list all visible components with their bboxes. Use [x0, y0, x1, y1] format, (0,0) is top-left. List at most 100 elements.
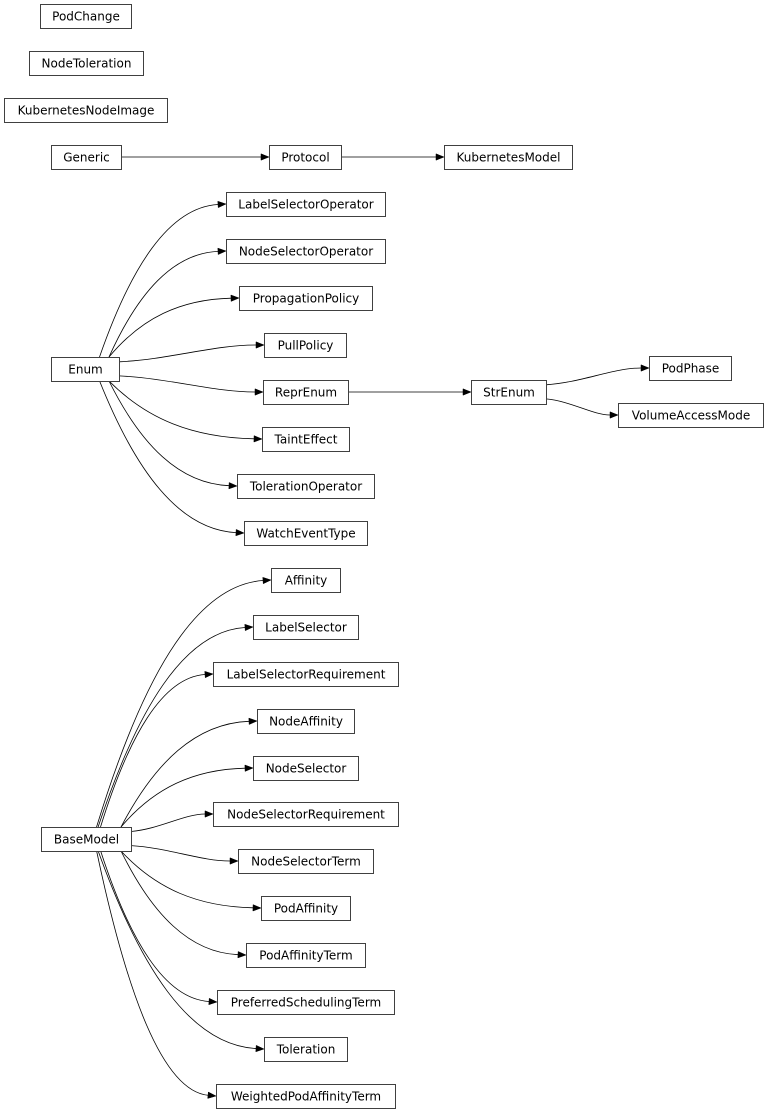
node-label: Generic: [63, 151, 110, 165]
node-label: ReprEnum: [275, 386, 337, 400]
node-node-selector[interactable]: NodeSelector: [253, 756, 359, 781]
node-label: LabelSelectorOperator: [238, 198, 373, 212]
edge-enum-to-pull-policy: [118, 344, 257, 363]
edge-base-model-to-toleration: [97, 850, 257, 1049]
arrowhead-icon: [244, 623, 254, 632]
edge-enum-to-label-selector-operator: [99, 204, 219, 358]
arrowhead-icon: [262, 576, 272, 585]
node-label: NodeAffinity: [269, 715, 343, 729]
node-toleration[interactable]: Toleration: [264, 1037, 348, 1062]
node-weighted-pod-affinity-term[interactable]: WeightedPodAffinityTerm: [216, 1084, 396, 1109]
edge-base-model-to-pod-affinity-term: [120, 850, 239, 956]
node-label: TolerationOperator: [249, 480, 362, 494]
edge-base-model-to-node-selector-term: [130, 845, 231, 862]
node-label: BaseModel: [54, 833, 119, 847]
arrowhead-icon: [255, 1044, 265, 1053]
node-label: PreferredSchedulingTerm: [231, 996, 381, 1010]
arrowhead-icon: [207, 1091, 217, 1099]
node-label: VolumeAccessMode: [632, 409, 750, 423]
arrowhead-icon: [229, 857, 239, 865]
node-label-selector[interactable]: LabelSelector: [253, 615, 359, 640]
node-label: LabelSelectorRequirement: [227, 668, 386, 682]
node-protocol[interactable]: Protocol: [269, 145, 342, 170]
arrowhead-icon: [252, 904, 262, 912]
arrowhead-icon: [462, 388, 472, 396]
edge-enum-to-node-selector-operator: [108, 250, 219, 358]
node-volume-access-mode[interactable]: VolumeAccessMode: [618, 403, 764, 428]
node-label: NodeToleration: [42, 57, 132, 71]
arrowhead-icon: [254, 388, 264, 396]
node-taint-effect[interactable]: TaintEffect: [262, 427, 350, 452]
node-node-toleration[interactable]: NodeToleration: [29, 51, 144, 76]
node-pod-phase[interactable]: PodPhase: [649, 356, 732, 381]
node-kubernetes-model[interactable]: KubernetesModel: [444, 145, 573, 170]
arrowhead-icon: [230, 294, 240, 302]
arrowhead-icon: [204, 810, 214, 818]
node-generic[interactable]: Generic: [51, 145, 122, 170]
arrowhead-icon: [235, 529, 245, 537]
edge-base-model-to-preferred-scheduling-term: [100, 850, 210, 1002]
node-node-affinity[interactable]: NodeAffinity: [257, 709, 355, 734]
arrowhead-icon: [204, 670, 214, 679]
arrowhead-icon: [244, 764, 254, 772]
node-label: Enum: [68, 363, 102, 377]
node-enum[interactable]: Enum: [51, 357, 120, 382]
arrowhead-icon: [208, 997, 218, 1006]
arrowhead-icon: [435, 153, 445, 161]
node-kubernetes-node-image[interactable]: KubernetesNodeImage: [4, 98, 168, 123]
node-label: NodeSelector: [266, 762, 347, 776]
node-pod-change[interactable]: PodChange: [40, 4, 132, 29]
node-label: NodeSelectorTerm: [251, 855, 361, 869]
node-label: NodeSelectorOperator: [239, 245, 373, 259]
arrowhead-icon: [609, 411, 619, 419]
node-toleration-operator[interactable]: TolerationOperator: [237, 474, 375, 499]
node-pod-affinity[interactable]: PodAffinity: [261, 896, 351, 921]
edge-base-model-to-node-selector-requirement: [130, 813, 206, 832]
arrowhead-icon: [217, 200, 227, 209]
node-str-enum[interactable]: StrEnum: [471, 380, 547, 405]
node-label: NodeSelectorRequirement: [227, 808, 385, 822]
arrowhead-icon: [260, 153, 270, 161]
node-label: TaintEffect: [274, 433, 338, 447]
edge-enum-to-watch-event-type: [99, 380, 237, 533]
edge-base-model-to-label-selector-requirement: [100, 674, 206, 828]
node-label: PodPhase: [662, 362, 720, 376]
arrowhead-icon: [640, 364, 650, 372]
edge-enum-to-taint-effect: [108, 380, 255, 440]
node-node-selector-operator[interactable]: NodeSelectorOperator: [226, 239, 386, 264]
node-affinity[interactable]: Affinity: [271, 568, 341, 593]
arrowhead-icon: [255, 341, 265, 349]
node-label: PodChange: [52, 10, 120, 24]
node-label: PropagationPolicy: [253, 292, 359, 306]
edge-enum-to-repr-enum: [118, 375, 256, 393]
node-label: StrEnum: [483, 386, 535, 400]
node-pod-affinity-term[interactable]: PodAffinityTerm: [246, 943, 366, 968]
edge-str-enum-to-volume-access-mode: [545, 398, 611, 416]
edge-enum-to-propagation-policy: [108, 297, 232, 358]
arrowhead-icon: [253, 435, 263, 443]
arrowhead-icon: [248, 717, 258, 725]
arrowhead-icon: [237, 951, 247, 959]
node-pull-policy[interactable]: PullPolicy: [264, 333, 347, 358]
edge-base-model-to-affinity: [96, 580, 264, 828]
node-label: Toleration: [276, 1043, 336, 1057]
node-repr-enum[interactable]: ReprEnum: [263, 380, 349, 405]
node-label-selector-operator[interactable]: LabelSelectorOperator: [226, 192, 386, 217]
node-label: WeightedPodAffinityTerm: [231, 1090, 381, 1104]
edge-base-model-to-label-selector: [97, 627, 246, 828]
node-node-selector-term[interactable]: NodeSelectorTerm: [238, 849, 374, 874]
node-label: PodAffinityTerm: [259, 949, 352, 963]
node-base-model[interactable]: BaseModel: [41, 827, 132, 852]
inheritance-diagram: PodChange NodeToleration KubernetesNodeIma…: [4, 4, 764, 1109]
node-label: KubernetesNodeImage: [18, 104, 155, 118]
node-label: Protocol: [281, 151, 329, 165]
node-label: KubernetesModel: [457, 151, 561, 165]
node-watch-event-type[interactable]: WatchEventType: [244, 521, 368, 546]
node-node-selector-requirement[interactable]: NodeSelectorRequirement: [213, 802, 399, 827]
node-propagation-policy[interactable]: PropagationPolicy: [239, 286, 373, 311]
node-preferred-scheduling-term[interactable]: PreferredSchedulingTerm: [217, 990, 395, 1015]
node-label-selector-requirement[interactable]: LabelSelectorRequirement: [213, 662, 399, 687]
edge-str-enum-to-pod-phase: [545, 367, 642, 386]
node-label: WatchEventType: [256, 527, 355, 541]
node-label: LabelSelector: [265, 621, 347, 635]
